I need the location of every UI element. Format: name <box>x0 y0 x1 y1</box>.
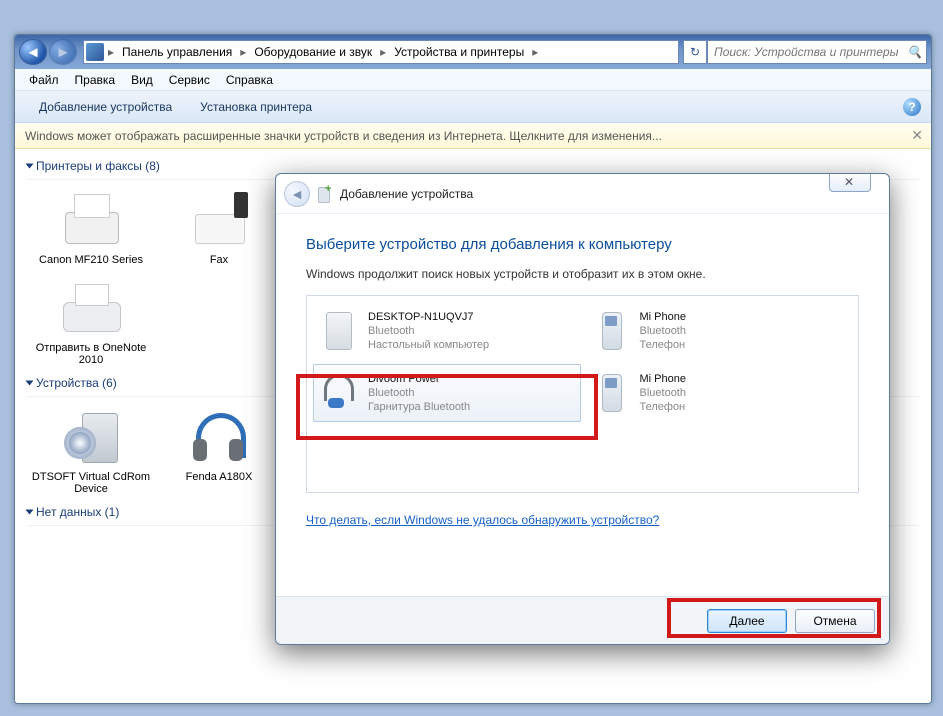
add-device-icon <box>316 185 334 203</box>
nav-area: ◄ ► ▸ Панель управления ▸ Оборудование и… <box>15 35 931 69</box>
nav-forward-button[interactable]: ► <box>49 39 77 65</box>
add-device-dialog: ✕ ◄ Добавление устройства Выберите устро… <box>275 173 890 645</box>
search-input[interactable] <box>712 44 907 60</box>
device-text: DESKTOP-N1UQVJ7 Bluetooth Настольный ком… <box>368 310 489 352</box>
device-item-selected[interactable]: Divoom Power Bluetooth Гарнитура Bluetoo… <box>313 364 581 422</box>
device-name: Mi Phone <box>640 310 686 324</box>
menu-service[interactable]: Сервис <box>161 73 218 87</box>
dialog-heading: Выберите устройство для добавления к ком… <box>306 236 859 253</box>
cancel-button[interactable]: Отмена <box>795 609 875 633</box>
device-tile[interactable]: Canon MF210 Series <box>31 190 151 266</box>
dialog-body: Выберите устройство для добавления к ком… <box>276 214 889 527</box>
menu-edit[interactable]: Правка <box>67 73 124 87</box>
info-bar[interactable]: Windows может отображать расширенные зна… <box>15 123 931 149</box>
dialog-title: Добавление устройства <box>340 187 473 201</box>
chevron-right-icon: ▸ <box>106 45 116 59</box>
menu-bar: Файл Правка Вид Сервис Справка <box>15 69 931 91</box>
phone-icon <box>590 370 632 416</box>
group-count: (1) <box>105 505 120 519</box>
device-label: Fax <box>159 254 279 266</box>
device-type: Настольный компьютер <box>368 338 489 352</box>
dialog-footer: Далее Отмена <box>276 596 889 644</box>
device-proto: Bluetooth <box>368 324 489 338</box>
device-text: Mi Phone Bluetooth Телефон <box>640 310 686 352</box>
computer-icon <box>318 308 360 354</box>
dialog-back-button[interactable]: ◄ <box>284 181 310 207</box>
device-proto: Bluetooth <box>640 386 686 400</box>
device-proto: Bluetooth <box>368 386 470 400</box>
group-label: Принтеры и факсы <box>36 159 142 173</box>
breadcrumb-item[interactable]: Оборудование и звук <box>248 41 378 63</box>
device-type: Телефон <box>640 338 686 352</box>
device-tile[interactable]: DTSOFT Virtual CdRom Device <box>31 407 151 495</box>
device-tile[interactable]: Fenda A180X <box>159 407 279 495</box>
chevron-down-icon <box>26 510 34 515</box>
headset-icon <box>184 407 254 467</box>
fax-icon <box>184 190 254 250</box>
device-list: DESKTOP-N1UQVJ7 Bluetooth Настольный ком… <box>306 295 859 493</box>
toolbar-add-printer[interactable]: Установка принтера <box>186 100 326 114</box>
chevron-right-icon: ▸ <box>378 45 388 59</box>
device-tile[interactable]: Fax <box>159 190 279 266</box>
nav-back-button[interactable]: ◄ <box>19 39 47 65</box>
chevron-right-icon: ▸ <box>238 45 248 59</box>
dialog-subtext: Windows продолжит поиск новых устройств … <box>306 267 859 281</box>
menu-view[interactable]: Вид <box>123 73 161 87</box>
device-type: Телефон <box>640 400 686 414</box>
device-label: Canon MF210 Series <box>31 254 151 266</box>
chevron-right-icon: ▸ <box>530 45 540 59</box>
device-item[interactable]: Mi Phone Bluetooth Телефон <box>585 302 853 360</box>
dialog-close-button[interactable]: ✕ <box>829 173 871 192</box>
device-name: Mi Phone <box>640 372 686 386</box>
toolbar-add-device[interactable]: Добавление устройства <box>25 100 186 114</box>
search-box[interactable]: 🔍 <box>707 40 927 64</box>
help-link[interactable]: Что делать, если Windows не удалось обна… <box>306 513 659 527</box>
cdrom-icon <box>56 407 126 467</box>
group-label: Устройства <box>36 376 99 390</box>
close-icon[interactable]: ✕ <box>911 127 923 144</box>
search-icon: 🔍 <box>907 45 922 59</box>
device-item[interactable]: Mi Phone Bluetooth Телефон <box>585 364 853 422</box>
next-button[interactable]: Далее <box>707 609 787 633</box>
device-name: Divoom Power <box>368 372 470 386</box>
printer-icon <box>56 278 126 338</box>
bluetooth-headset-icon <box>318 370 360 416</box>
group-label: Нет данных <box>36 505 101 519</box>
chevron-down-icon <box>26 164 34 169</box>
help-icon[interactable]: ? <box>903 98 921 116</box>
device-name: DESKTOP-N1UQVJ7 <box>368 310 489 324</box>
device-item[interactable]: DESKTOP-N1UQVJ7 Bluetooth Настольный ком… <box>313 302 581 360</box>
menu-help[interactable]: Справка <box>218 73 281 87</box>
chevron-down-icon <box>26 381 34 386</box>
breadcrumb-root-icon <box>86 43 104 61</box>
phone-icon <box>590 308 632 354</box>
device-text: Divoom Power Bluetooth Гарнитура Bluetoo… <box>368 372 470 414</box>
breadcrumb-item[interactable]: Устройства и принтеры <box>388 41 530 63</box>
group-count: (6) <box>102 376 117 390</box>
info-bar-text: Windows может отображать расширенные зна… <box>25 129 662 143</box>
device-label: DTSOFT Virtual CdRom Device <box>31 471 151 495</box>
breadcrumb[interactable]: ▸ Панель управления ▸ Оборудование и зву… <box>83 40 679 64</box>
dialog-header: ◄ Добавление устройства <box>276 174 889 214</box>
refresh-button[interactable]: ↻ <box>683 40 707 64</box>
device-label: Fenda A180X <box>159 471 279 483</box>
group-count: (8) <box>145 159 160 173</box>
menu-file[interactable]: Файл <box>21 73 67 87</box>
device-type: Гарнитура Bluetooth <box>368 400 470 414</box>
toolbar: Добавление устройства Установка принтера… <box>15 91 931 123</box>
printer-icon <box>56 190 126 250</box>
device-label: Отправить в OneNote 2010 <box>31 342 151 366</box>
device-text: Mi Phone Bluetooth Телефон <box>640 372 686 414</box>
device-proto: Bluetooth <box>640 324 686 338</box>
breadcrumb-item[interactable]: Панель управления <box>116 41 238 63</box>
device-tile[interactable]: Отправить в OneNote 2010 <box>31 278 151 366</box>
